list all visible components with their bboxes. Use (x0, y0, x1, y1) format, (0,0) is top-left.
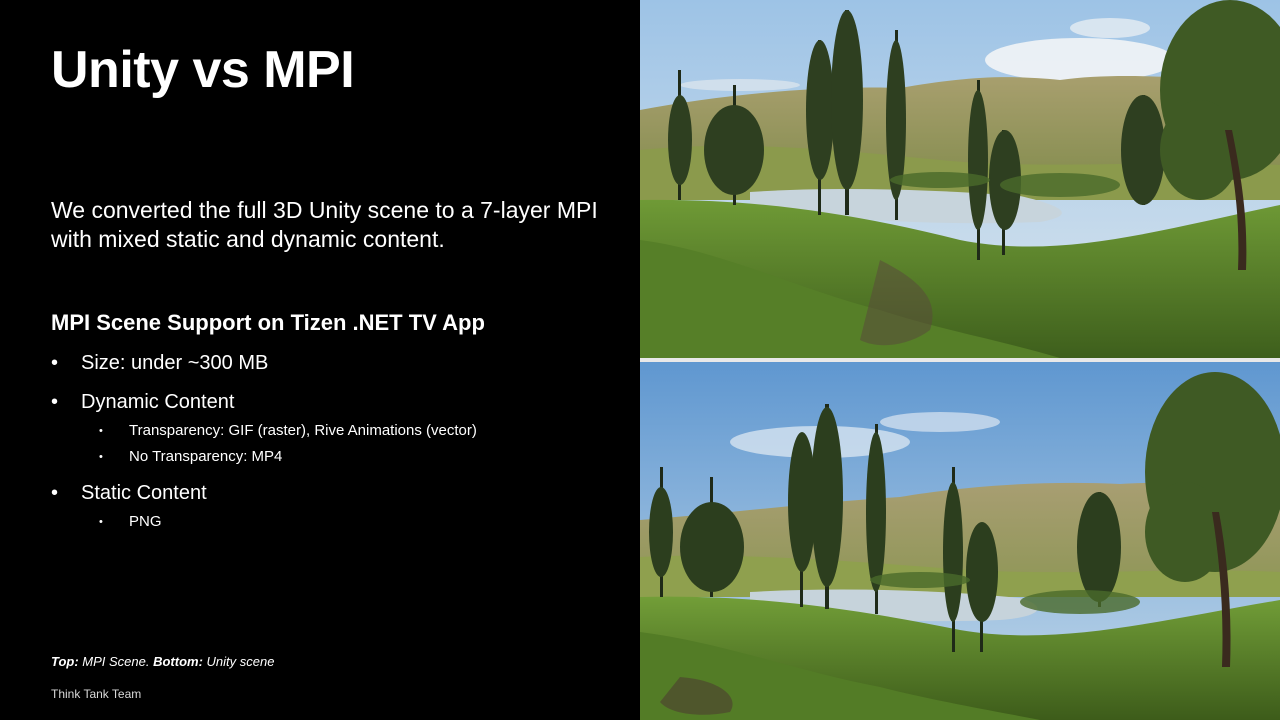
caption-bottom-label: Bottom: (153, 654, 203, 669)
sub-bullet-list: Transparency: GIF (raster), Rive Animati… (81, 421, 621, 467)
sub-bullet: No Transparency: MP4 (81, 447, 621, 467)
caption-bottom-text: Unity scene (202, 654, 275, 669)
bullet-size: Size: under ~300 MB (51, 350, 621, 376)
sub-bullet-list: PNG (81, 512, 621, 532)
caption-top-text: MPI Scene. (78, 654, 154, 669)
text-panel: Unity vs MPI We converted the full 3D Un… (0, 0, 640, 720)
bullet-label: Dynamic Content (81, 391, 235, 413)
slide: Unity vs MPI We converted the full 3D Un… (0, 0, 1280, 720)
bullet-label: Size: under ~300 MB (81, 352, 269, 374)
unity-scene-illustration (640, 362, 1280, 720)
bullet-static-content: Static Content PNG (51, 480, 621, 532)
section-heading: MPI Scene Support on Tizen .NET TV App (51, 310, 485, 335)
intro-paragraph: We converted the full 3D Unity scene to … (51, 197, 598, 252)
image-caption: Top: MPI Scene. Bottom: Unity scene (51, 654, 274, 669)
mpi-scene-image (640, 0, 1280, 358)
mpi-scene-illustration (640, 0, 1280, 358)
unity-scene-image (640, 362, 1280, 720)
bullet-dynamic-content: Dynamic Content Transparency: GIF (raste… (51, 389, 621, 467)
footer-team: Think Tank Team (51, 687, 142, 701)
bullet-list: Size: under ~300 MB Dynamic Content Tran… (51, 350, 621, 545)
caption-top-label: Top: (51, 654, 79, 669)
slide-title: Unity vs MPI (51, 41, 355, 99)
sub-bullet: PNG (81, 512, 621, 532)
sub-bullet: Transparency: GIF (raster), Rive Animati… (81, 421, 621, 441)
bullet-label: Static Content (81, 482, 207, 504)
